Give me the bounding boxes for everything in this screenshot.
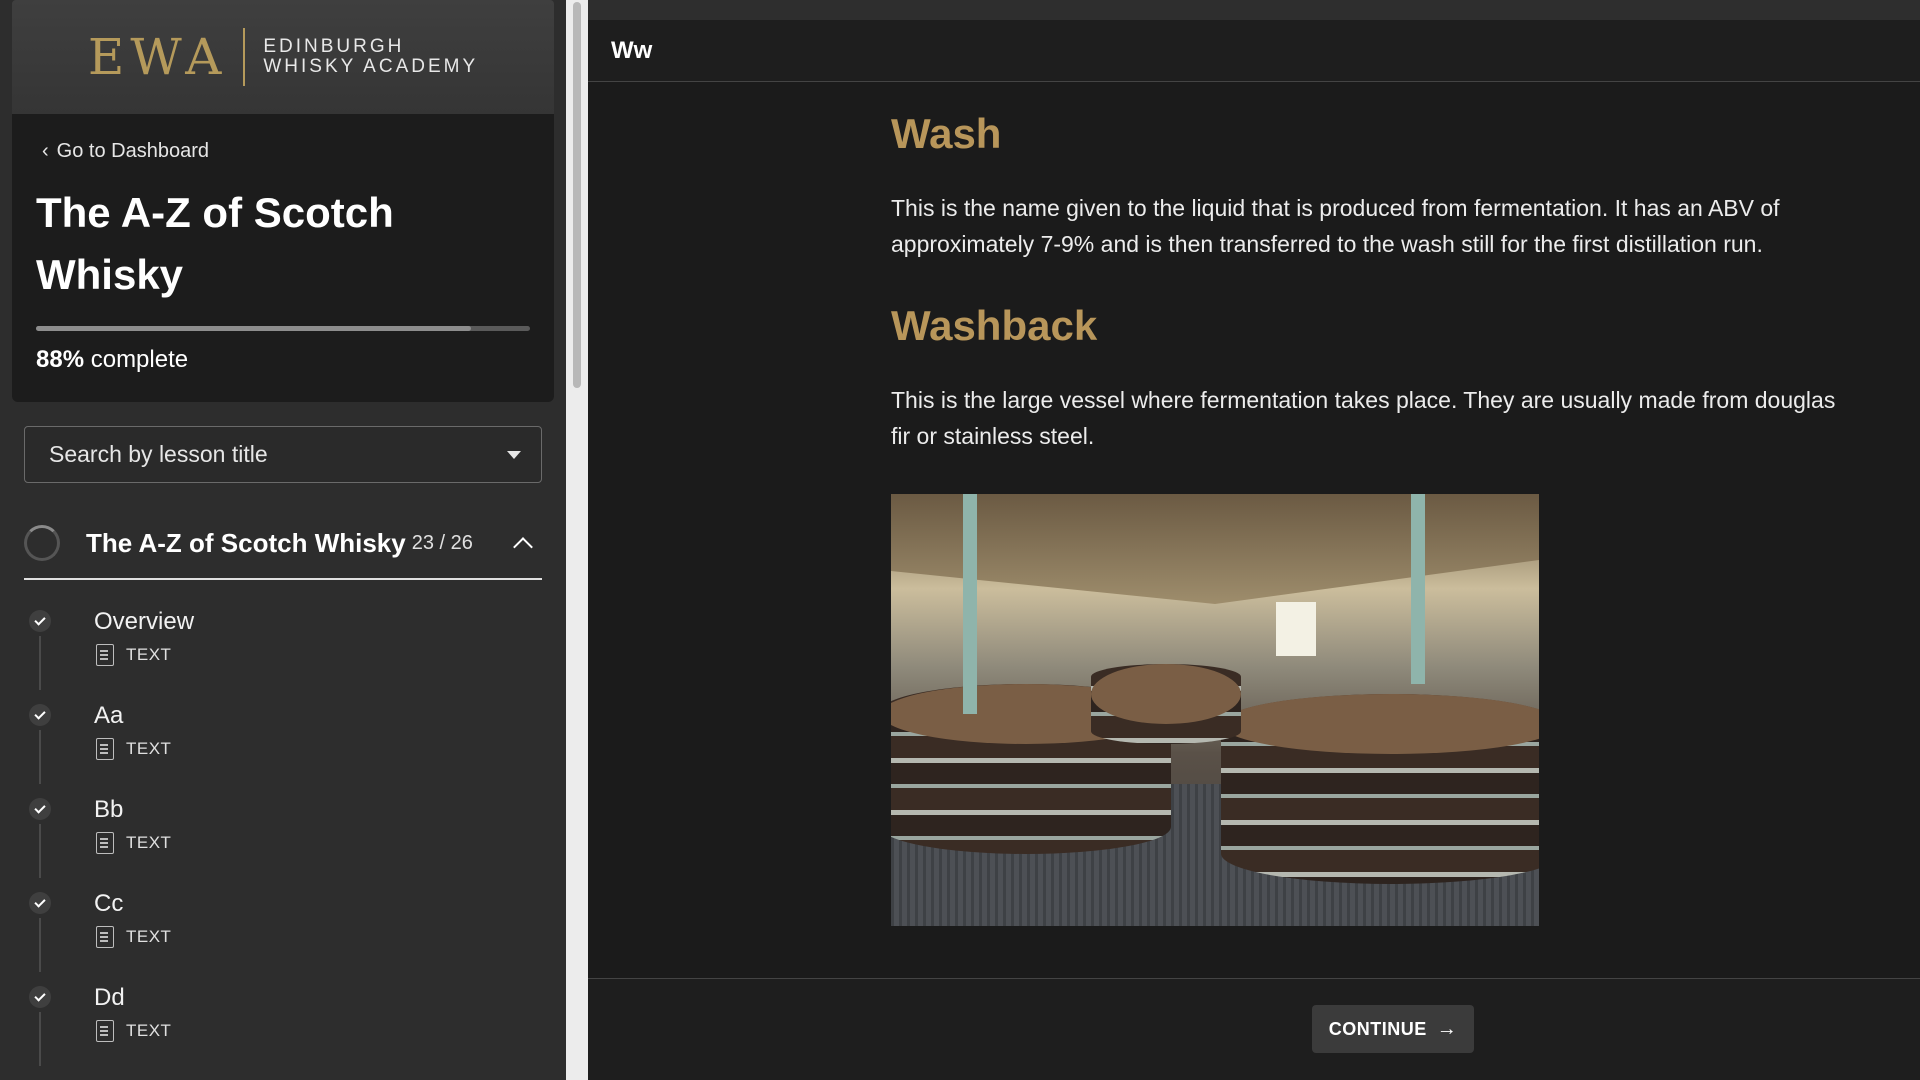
back-link-label: Go to Dashboard: [56, 140, 209, 162]
arrow-right-icon: →: [1436, 1017, 1458, 1040]
check-icon: [29, 892, 51, 914]
sidebar-scrollbar[interactable]: [566, 0, 588, 1080]
document-icon: [96, 644, 114, 666]
timeline-line: [39, 730, 41, 784]
lesson-type-label: TEXT: [126, 645, 172, 664]
lesson-type-label: TEXT: [126, 739, 172, 758]
lesson-content: Wash This is the name given to the liqui…: [891, 110, 1851, 926]
photo-pipe: [963, 494, 977, 714]
progress-bar-fill: [36, 326, 471, 331]
lesson-name: Aa: [94, 702, 124, 729]
photo-roof: [891, 494, 1539, 604]
go-to-dashboard-link[interactable]: ‹ Go to Dashboard: [42, 140, 209, 163]
document-icon: [96, 926, 114, 948]
washback-photo: [891, 494, 1539, 926]
progress-suffix: complete: [90, 346, 189, 373]
lesson-item[interactable]: Cc TEXT: [24, 878, 542, 972]
lesson-main: Ww Wash This is the name given to the li…: [588, 0, 1920, 1080]
section-progress-ring-icon: [24, 525, 60, 561]
lesson-name: Cc: [94, 890, 124, 917]
caret-down-icon: [507, 450, 521, 459]
lesson-type: TEXT: [96, 644, 171, 666]
document-icon: [96, 832, 114, 854]
brand-name: EDINBURGH WHISKY ACADEMY: [245, 37, 478, 77]
document-icon: [96, 1020, 114, 1042]
lesson-name: Bb: [94, 796, 124, 823]
lesson-search-dropdown[interactable]: Search by lesson title: [24, 426, 542, 483]
section-title: The A-Z of Scotch Whisky: [86, 527, 406, 558]
section-count: 23 / 26: [411, 531, 473, 554]
progress-text: 88% complete: [36, 346, 188, 374]
timeline-line: [39, 636, 41, 690]
document-icon: [96, 738, 114, 760]
lesson-type-label: TEXT: [126, 927, 172, 946]
lesson-item[interactable]: Aa TEXT: [24, 690, 542, 784]
check-icon: [29, 610, 51, 632]
lesson-type: TEXT: [96, 832, 171, 854]
progress-percent: 88%: [36, 346, 85, 373]
progress-bar: [36, 326, 530, 331]
ewa-logo: EWA: [88, 28, 246, 86]
continue-button[interactable]: CONTINUE →: [1312, 1005, 1474, 1053]
photo-window: [1276, 602, 1316, 656]
chevron-up-icon[interactable]: [513, 537, 533, 557]
chevron-left-icon: ‹: [42, 140, 49, 162]
brand-header: EWA EDINBURGH WHISKY ACADEMY: [12, 0, 554, 114]
lesson-item[interactable]: Bb TEXT: [24, 784, 542, 878]
photo-pipe: [1411, 494, 1425, 684]
course-card: ‹ Go to Dashboard The A-Z of Scotch Whis…: [12, 114, 554, 402]
lesson-header-title: Ww: [588, 20, 1920, 82]
lesson-name: Overview: [94, 608, 195, 635]
top-strip: [588, 0, 1920, 20]
term-definition: This is the name given to the liquid tha…: [891, 195, 1780, 257]
check-icon: [29, 798, 51, 820]
timeline-line: [39, 824, 41, 878]
scrollbar-thumb[interactable]: [573, 2, 581, 388]
timeline-line: [39, 918, 41, 972]
term-heading: Washback: [891, 302, 1098, 349]
lesson-type-label: TEXT: [126, 833, 172, 852]
term-definition: This is the large vessel where fermentat…: [891, 387, 1836, 449]
brand-name-line2: WHISKY ACADEMY: [263, 56, 479, 77]
photo-washback-vat: [1221, 694, 1539, 884]
photo-washback-vat: [1091, 664, 1241, 744]
lesson-item[interactable]: Dd TEXT: [24, 972, 542, 1066]
term-heading: Wash: [891, 110, 1002, 157]
check-icon: [29, 704, 51, 726]
search-placeholder: Search by lesson title: [49, 441, 268, 467]
lesson-type: TEXT: [96, 926, 171, 948]
course-title: The A-Z of Scotch Whisky: [36, 189, 394, 298]
timeline-line: [39, 1012, 41, 1066]
course-sidebar: EWA EDINBURGH WHISKY ACADEMY ‹ Go to Das…: [0, 0, 566, 1080]
section-header[interactable]: The A-Z of Scotch Whisky 23 / 26: [24, 508, 542, 580]
lesson-type: TEXT: [96, 1020, 171, 1042]
lesson-type: TEXT: [96, 738, 171, 760]
continue-label: CONTINUE: [1328, 1018, 1427, 1039]
check-icon: [29, 986, 51, 1008]
lesson-footer: CONTINUE →: [588, 978, 1920, 1080]
lesson-name: Dd: [94, 984, 125, 1011]
lesson-type-label: TEXT: [126, 1021, 172, 1040]
brand-name-line1: EDINBURGH: [263, 36, 405, 57]
lesson-list: Overview TEXT Aa TEXT Bb TEXT Cc TEXT Dd…: [24, 596, 542, 1066]
lesson-item[interactable]: Overview TEXT: [24, 596, 542, 690]
